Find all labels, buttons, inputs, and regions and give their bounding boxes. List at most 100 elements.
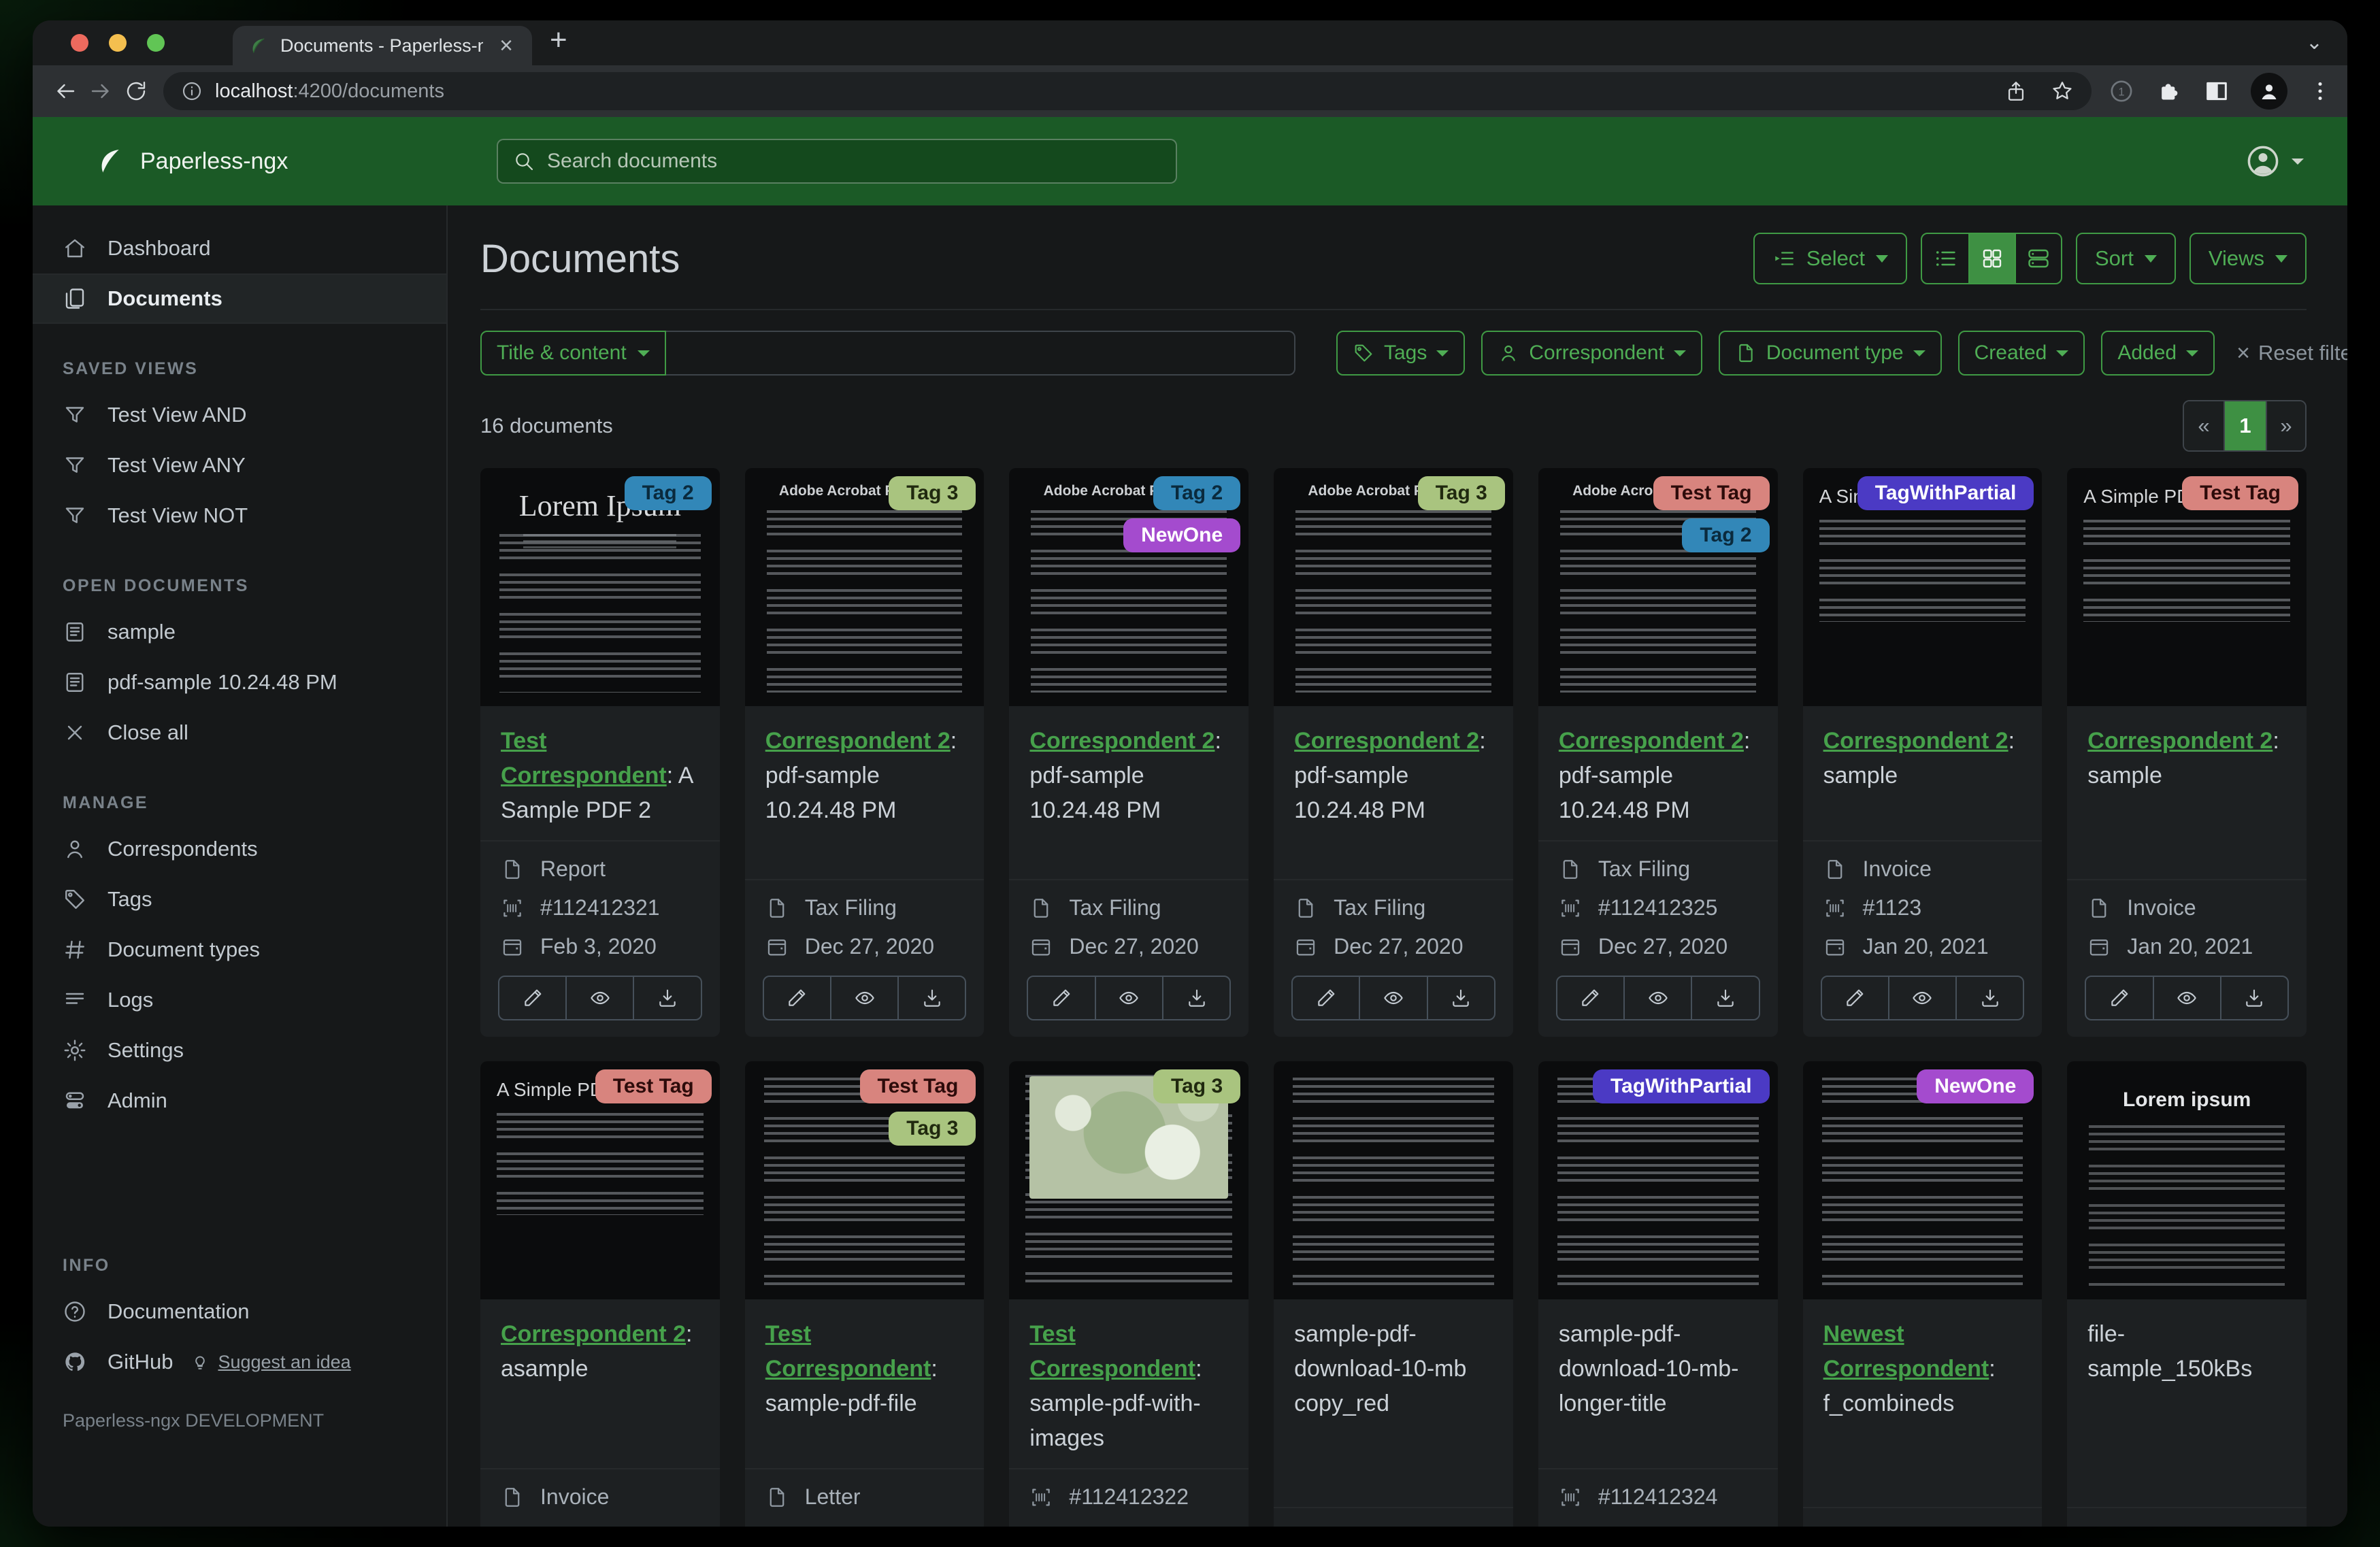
title-content-filter-input[interactable] [665, 331, 1295, 376]
correspondent-link[interactable]: Correspondent 2 [1029, 728, 1214, 754]
close-window-button[interactable] [71, 34, 88, 52]
edit-button[interactable] [764, 977, 830, 1019]
views-button[interactable]: Views [2189, 233, 2307, 284]
sidebar-item-dashboard[interactable]: Dashboard [33, 223, 446, 273]
correspondent-link[interactable]: Newest Correspondent [1823, 1321, 1989, 1382]
pagination-prev[interactable]: « [2184, 401, 2224, 450]
tab-close-icon[interactable]: × [495, 34, 517, 57]
bookmark-star-icon[interactable] [2051, 80, 2074, 103]
document-thumbnail[interactable]: Adobe Acrobat PDF Files Tag 3 [744, 468, 985, 706]
edit-button[interactable] [499, 977, 565, 1019]
sidebar-item-open-doc-pdf-sample[interactable]: pdf-sample 10.24.48 PM [33, 657, 446, 708]
download-button[interactable] [897, 977, 965, 1019]
correspondent-filter-button[interactable]: Correspondent [1481, 331, 1702, 376]
correspondent-link[interactable]: Test Correspondent [501, 728, 667, 788]
sidebar-item-admin[interactable]: Admin [33, 1076, 446, 1126]
reset-filters-button[interactable]: × Reset filters [2236, 340, 2347, 367]
sidebar-item-saved-view-not[interactable]: Test View NOT [33, 490, 446, 541]
sort-button[interactable]: Sort [2076, 233, 2176, 284]
list-view-toggle[interactable] [1922, 234, 1968, 283]
tab-search-chevron-icon[interactable]: ⌄ [2306, 31, 2323, 54]
correspondent-link[interactable]: Correspondent 2 [765, 728, 951, 754]
share-icon[interactable] [2004, 80, 2028, 103]
document-thumbnail[interactable] [1274, 1061, 1513, 1299]
sidebar-item-close-all[interactable]: Close all [33, 708, 446, 758]
view-button[interactable] [1359, 977, 1426, 1019]
tag-pill[interactable]: TagWithPartial [1593, 1069, 1770, 1103]
correspondent-link[interactable]: Test Correspondent [765, 1321, 931, 1382]
sidebar-item-logs[interactable]: Logs [33, 975, 446, 1025]
view-button[interactable] [829, 977, 897, 1019]
tags-filter-button[interactable]: Tags [1336, 331, 1466, 376]
sidebar-item-saved-view-and[interactable]: Test View AND [33, 390, 446, 440]
view-button[interactable] [1887, 977, 1955, 1019]
download-button[interactable] [1955, 977, 2023, 1019]
password-manager-icon[interactable]: 1 [2108, 78, 2135, 105]
document-thumbnail[interactable]: Adobe Acrobat PDF Files Tag 3 [1274, 468, 1513, 706]
edit-button[interactable] [1557, 977, 1623, 1019]
download-button[interactable] [1426, 977, 1494, 1019]
view-button[interactable] [565, 977, 633, 1019]
added-filter-button[interactable]: Added [2101, 331, 2215, 376]
sidebar-item-github[interactable]: GitHub [63, 1350, 173, 1374]
extensions-puzzle-icon[interactable] [2155, 78, 2183, 105]
browser-profile-avatar[interactable] [2251, 73, 2287, 110]
side-panel-icon[interactable] [2203, 78, 2230, 105]
maximize-window-button[interactable] [147, 34, 165, 52]
document-thumbnail[interactable]: A Simple PDF File TagWithPartial [1802, 468, 2043, 706]
pagination-page-1[interactable]: 1 [2224, 401, 2266, 450]
document-thumbnail[interactable]: Test Tag Tag 3 [744, 1061, 985, 1299]
tag-pill[interactable]: Test Tag [859, 1069, 976, 1103]
correspondent-link[interactable]: Test Correspondent [1029, 1321, 1195, 1382]
view-button[interactable] [1623, 977, 1691, 1019]
grid-view-toggle[interactable] [1968, 234, 2015, 283]
new-tab-button[interactable]: + [550, 23, 567, 57]
document-thumbnail[interactable]: NewOne [1802, 1061, 2043, 1299]
tag-pill[interactable]: Test Tag [2182, 476, 2298, 510]
correspondent-link[interactable]: Correspondent 2 [1559, 728, 1744, 754]
document-thumbnail[interactable]: A Simple PDF File Test Tag [2067, 468, 2307, 706]
pagination-next[interactable]: » [2266, 401, 2305, 450]
tag-pill[interactable]: Test Tag [595, 1069, 712, 1103]
tag-pill[interactable]: Tag 3 [1417, 476, 1505, 510]
sidebar-item-document-types[interactable]: Document types [33, 925, 446, 975]
view-button[interactable] [1094, 977, 1162, 1019]
sidebar-item-tags[interactable]: Tags [33, 874, 446, 925]
sidebar-item-open-doc-sample[interactable]: sample [33, 607, 446, 657]
document-thumbnail[interactable]: Tag 3 [1009, 1061, 1249, 1299]
document-thumbnail[interactable]: TagWithPartial [1538, 1061, 1778, 1299]
edit-button[interactable] [1028, 977, 1094, 1019]
tag-pill[interactable]: Tag 2 [1682, 518, 1770, 552]
created-filter-button[interactable]: Created [1957, 331, 2085, 376]
back-button[interactable] [48, 73, 83, 109]
edit-button[interactable] [1293, 977, 1359, 1019]
sidebar-item-settings[interactable]: Settings [33, 1025, 446, 1076]
view-button[interactable] [2152, 977, 2220, 1019]
download-button[interactable] [1691, 977, 1758, 1019]
tag-pill[interactable]: Tag 2 [1153, 476, 1241, 510]
correspondent-link[interactable]: Correspondent 2 [2087, 728, 2272, 754]
tag-pill[interactable]: NewOne [1917, 1069, 2034, 1103]
download-button[interactable] [633, 977, 700, 1019]
address-bar[interactable]: localhost:4200/documents [163, 72, 2092, 110]
download-button[interactable] [1161, 977, 1229, 1019]
forward-button[interactable] [83, 73, 118, 109]
correspondent-link[interactable]: Correspondent 2 [501, 1321, 686, 1347]
search-input[interactable] [547, 150, 1161, 173]
sidebar-item-documents[interactable]: Documents [33, 273, 446, 324]
document-thumbnail[interactable]: Lorem Ipsum Tag 2 [480, 468, 720, 706]
browser-tab[interactable]: Documents - Paperless-ngx × [233, 26, 532, 65]
sidebar-item-saved-view-any[interactable]: Test View ANY [33, 440, 446, 490]
download-button[interactable] [2219, 977, 2287, 1019]
correspondent-link[interactable]: Correspondent 2 [1823, 728, 2009, 754]
edit-button[interactable] [1822, 977, 1888, 1019]
tag-pill[interactable]: Tag 3 [889, 1112, 976, 1146]
sidebar-item-correspondents[interactable]: Correspondents [33, 824, 446, 874]
user-menu[interactable] [2245, 144, 2304, 179]
app-brand[interactable]: Paperless-ngx [95, 146, 288, 177]
edit-button[interactable] [2086, 977, 2152, 1019]
tag-pill[interactable]: TagWithPartial [1857, 476, 2034, 510]
correspondent-link[interactable]: Correspondent 2 [1294, 728, 1479, 754]
detail-view-toggle[interactable] [2015, 234, 2061, 283]
select-button[interactable]: Select [1753, 233, 1907, 284]
